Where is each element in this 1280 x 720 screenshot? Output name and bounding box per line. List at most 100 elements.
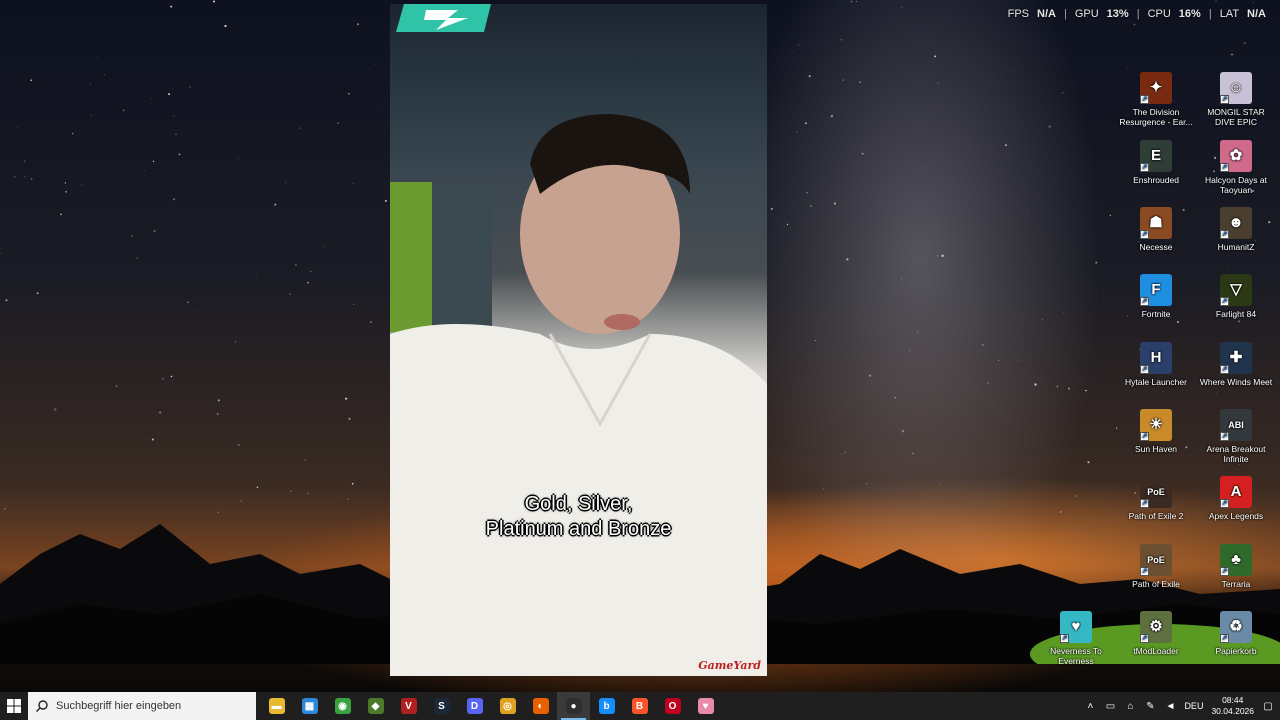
- desktop-shortcut[interactable]: A ↗ Apex Legends: [1197, 476, 1275, 521]
- volume-icon[interactable]: ◄: [1164, 701, 1176, 712]
- taskbar-app-button[interactable]: ♥: [689, 692, 722, 720]
- taskbar-app-button[interactable]: O: [656, 692, 689, 720]
- desktop-shortcut[interactable]: ✿ ↗ Halcyon Days at Taoyuan: [1197, 140, 1275, 195]
- desktop-shortcut[interactable]: PoE ↗ Path of Exile 2: [1117, 476, 1195, 521]
- taskbar-app-button[interactable]: V: [392, 692, 425, 720]
- desktop-shortcut-label: Path of Exile 2: [1128, 511, 1184, 521]
- shortcut-arrow-icon: ↗: [1220, 432, 1229, 441]
- language-indicator[interactable]: DEU: [1184, 701, 1203, 711]
- desktop-shortcut[interactable]: ✚ ↗ Where Winds Meet: [1197, 342, 1275, 387]
- star: [274, 203, 277, 206]
- shortcut-arrow-icon: ↗: [1140, 95, 1149, 104]
- taskbar-app-button[interactable]: ●: [557, 692, 590, 720]
- taskbar-app-button[interactable]: ◐: [524, 692, 557, 720]
- battery-icon[interactable]: ▭: [1104, 701, 1116, 712]
- star: [30, 79, 33, 82]
- video-frame-person: [390, 114, 767, 676]
- taskbar-app-button[interactable]: ▦: [293, 692, 326, 720]
- taskbar-app-button[interactable]: ◆: [359, 692, 392, 720]
- discord-icon: D: [466, 698, 483, 714]
- star: [71, 132, 74, 135]
- star: [256, 486, 259, 489]
- taskbar-search-box[interactable]: Suchbegriff hier eingeben: [28, 692, 256, 720]
- desktop-shortcut[interactable]: ☀ ↗ Sun Haven: [1117, 409, 1195, 454]
- star: [13, 175, 16, 178]
- star: [1133, 23, 1136, 26]
- network-icon[interactable]: ⌂: [1124, 701, 1136, 712]
- desktop-shortcut[interactable]: ♥ ↗ Neverness To Everness: [1037, 611, 1115, 666]
- chevron-up-icon[interactable]: ˄: [1084, 701, 1096, 712]
- star: [370, 321, 372, 323]
- star: [290, 490, 292, 492]
- mongil-star-dive-icon: ☺ ↗: [1220, 72, 1252, 104]
- star: [151, 98, 153, 100]
- gpu-value: 13%: [1106, 8, 1129, 20]
- clock[interactable]: 08:44 30.04.2026: [1211, 695, 1254, 717]
- lat-value: N/A: [1247, 8, 1266, 20]
- video-watermark: GameYard: [698, 659, 761, 672]
- star: [98, 457, 100, 459]
- necesse-icon: ☗ ↗: [1140, 207, 1172, 239]
- desktop-shortcut[interactable]: ☺ ↗ MONGIL STAR DIVE EPIC: [1197, 72, 1275, 127]
- notification-icon[interactable]: ▢: [1262, 701, 1274, 712]
- star: [927, 166, 929, 167]
- taskbar-app-button[interactable]: ◎: [491, 692, 524, 720]
- desktop-shortcut[interactable]: ♣ ↗ Terraria: [1197, 544, 1275, 589]
- star: [809, 205, 813, 208]
- hytale-launcher-icon: H ↗: [1140, 342, 1172, 374]
- star: [307, 281, 309, 284]
- shortcut-arrow-icon: ↗: [1140, 634, 1149, 643]
- taskbar-app-button[interactable]: B: [623, 692, 656, 720]
- taskbar-app-button[interactable]: S: [425, 692, 458, 720]
- star: [830, 115, 834, 118]
- star: [136, 257, 138, 259]
- system-tray: ˄ ▭ ⌂ ✎ ◄ DEU 08:44 30.04.2026 ▢: [1084, 692, 1280, 720]
- star: [153, 229, 156, 233]
- star: [5, 299, 8, 302]
- star: [936, 255, 939, 257]
- video-player[interactable]: Gold, Silver, Platinum and Bronze GameYa…: [390, 4, 767, 676]
- star: [823, 487, 824, 489]
- desktop-shortcut[interactable]: ✦ ↗ The Division Resurgence - Ear...: [1117, 72, 1195, 127]
- search-icon: [36, 700, 48, 712]
- taskbar-app-button[interactable]: ◉: [326, 692, 359, 720]
- star: [143, 170, 145, 171]
- pen-icon[interactable]: ✎: [1144, 701, 1156, 712]
- taskbar-app-button[interactable]: D: [458, 692, 491, 720]
- shortcut-arrow-icon: ↗: [1220, 365, 1229, 374]
- desktop-shortcut[interactable]: ♻ ↗ Papierkorb: [1197, 611, 1275, 656]
- desktop-shortcut[interactable]: ▽ ↗ Farlight 84: [1197, 274, 1275, 319]
- desktop-shortcut[interactable]: ☗ ↗ Necesse: [1117, 207, 1195, 252]
- hud-separator: |: [1136, 8, 1140, 20]
- desktop-shortcut[interactable]: ABI ↗ Arena Breakout Infinite: [1197, 409, 1275, 464]
- shortcut-arrow-icon: ↗: [1220, 567, 1229, 576]
- star: [934, 55, 937, 58]
- desktop-shortcut-label: Hytale Launcher: [1125, 377, 1187, 387]
- start-button[interactable]: [0, 692, 28, 720]
- star: [982, 344, 984, 346]
- star: [844, 451, 846, 453]
- star: [1243, 42, 1246, 45]
- desktop-shortcut[interactable]: E ↗ Enshrouded: [1117, 140, 1195, 185]
- star: [806, 192, 808, 194]
- desktop-shortcut-label: The Division Resurgence - Ear...: [1119, 107, 1193, 127]
- taskbar-app-button[interactable]: b: [590, 692, 623, 720]
- path-of-exile-2-icon: PoE ↗: [1140, 476, 1172, 508]
- desktop-shortcut[interactable]: PoE ↗ Path of Exile: [1117, 544, 1195, 589]
- star: [65, 191, 67, 193]
- star: [217, 399, 220, 402]
- star: [796, 131, 798, 133]
- desktop-shortcut-label: Halcyon Days at Taoyuan: [1205, 175, 1267, 195]
- lat-label: LAT: [1219, 8, 1240, 20]
- shortcut-arrow-icon: ↗: [1220, 634, 1229, 643]
- taskbar-app-button[interactable]: ▬: [260, 692, 293, 720]
- desktop-shortcut[interactable]: ⚙ ↗ tModLoader: [1117, 611, 1195, 656]
- star: [173, 115, 175, 118]
- desktop-shortcut[interactable]: H ↗ Hytale Launcher: [1117, 342, 1195, 387]
- shortcut-arrow-icon: ↗: [1220, 163, 1229, 172]
- desktop-shortcut[interactable]: ☻ ↗ HumanitZ: [1197, 207, 1275, 252]
- desktop-shortcut[interactable]: F ↗ Fortnite: [1117, 274, 1195, 319]
- desktop-shortcut-label: Fortnite: [1141, 309, 1171, 319]
- farlight-84-icon: ▽ ↗: [1220, 274, 1252, 306]
- star: [304, 458, 307, 461]
